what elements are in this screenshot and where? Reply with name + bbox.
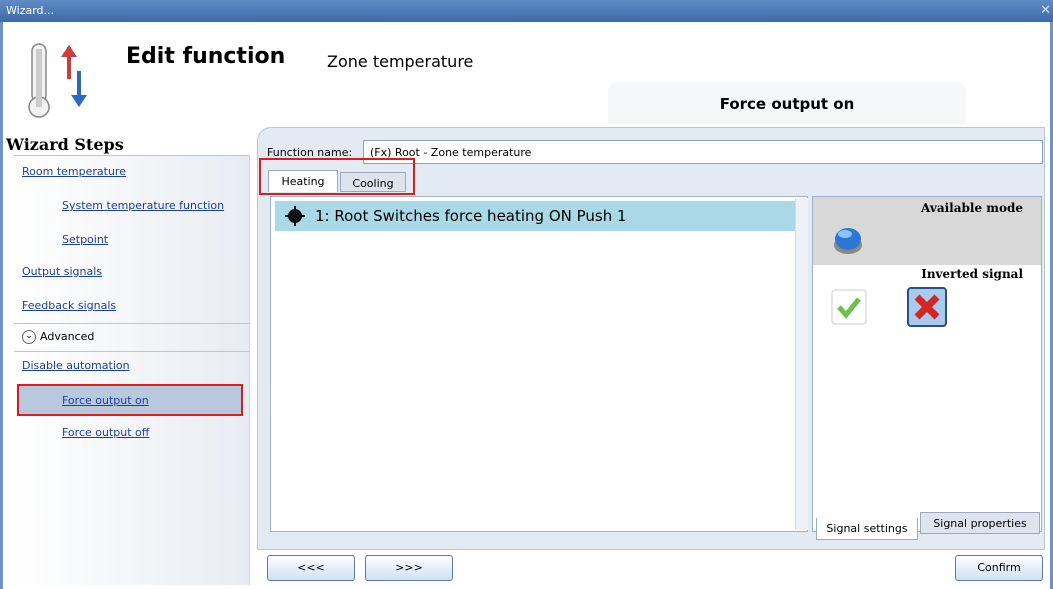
step-feedback-signals[interactable]: Feedback signals <box>22 299 116 312</box>
chevron-down-icon: ⌄ <box>22 330 36 344</box>
wizard-steps-title: Wizard Steps <box>6 135 124 154</box>
push-button-icon <box>285 206 305 226</box>
advanced-toggle[interactable]: ⌄ Advanced <box>22 330 94 344</box>
tab-signal-settings[interactable]: Signal settings <box>816 518 918 540</box>
list-item[interactable]: 1: Root Switches force heating ON Push 1 <box>275 201 797 231</box>
sidebar-divider <box>14 155 249 156</box>
available-mode-label: Available mode <box>921 201 1023 215</box>
step-setpoint[interactable]: Setpoint <box>62 233 108 246</box>
function-name-input[interactable]: (Fx) Root - Zone temperature <box>363 140 1043 164</box>
page-subtitle: Zone temperature <box>327 52 474 71</box>
signals-list: 1: Root Switches force heating ON Push 1 <box>270 196 808 532</box>
window-close-icon[interactable]: ✕ <box>1040 0 1051 22</box>
signal-settings-panel: Available mode Inverted signal <box>812 196 1042 532</box>
thermometer-updown-icon <box>28 43 87 118</box>
signal-label: 1: Root Switches force heating ON Push 1 <box>315 207 627 225</box>
page-title: Edit function <box>126 44 286 69</box>
red-cross-icon[interactable] <box>907 287 947 327</box>
advanced-label: Advanced <box>40 330 95 343</box>
step-room-temperature[interactable]: Room temperature <box>22 165 126 178</box>
section-title: Force output on <box>608 82 966 124</box>
highlight-box-tabs <box>259 158 415 195</box>
inverted-signal-label: Inverted signal <box>921 267 1023 281</box>
step-output-signals[interactable]: Output signals <box>22 265 102 278</box>
next-button[interactable]: >>> <box>365 555 453 581</box>
blue-button-icon[interactable] <box>831 223 865 257</box>
previous-button[interactable]: <<< <box>267 555 355 581</box>
window-titlebar: Wizard... ✕ <box>0 0 1053 22</box>
green-check-icon[interactable] <box>831 289 867 325</box>
step-force-output-off[interactable]: Force output off <box>62 426 149 439</box>
window-title: Wizard... <box>6 4 55 17</box>
step-disable-automation[interactable]: Disable automation <box>22 359 130 372</box>
list-scrollbar[interactable] <box>795 198 808 530</box>
sidebar-divider <box>14 323 249 324</box>
step-system-temperature-function[interactable]: System temperature function <box>62 199 224 212</box>
tab-signal-properties[interactable]: Signal properties <box>920 512 1040 534</box>
highlight-box-step <box>17 384 243 416</box>
confirm-button[interactable]: Confirm <box>955 555 1043 581</box>
sidebar-divider <box>14 351 249 352</box>
